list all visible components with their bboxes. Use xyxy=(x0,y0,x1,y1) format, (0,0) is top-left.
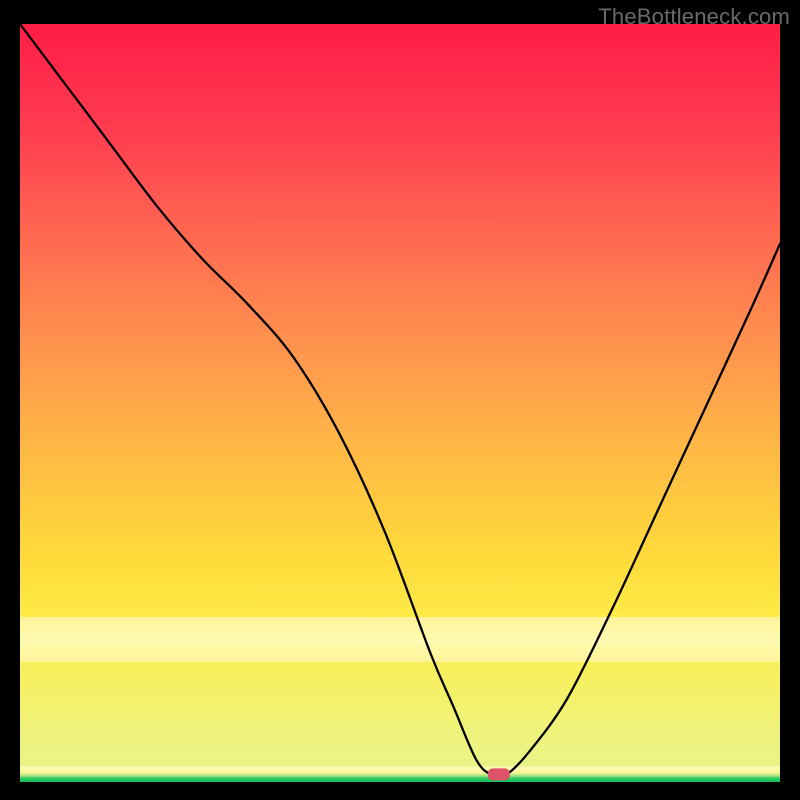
bottleneck-curve xyxy=(20,24,780,777)
chart-stage: TheBottleneck.com xyxy=(0,0,800,800)
watermark-text: TheBottleneck.com xyxy=(598,4,790,30)
curve-layer xyxy=(20,24,780,782)
plot-area xyxy=(20,24,780,782)
optimal-marker xyxy=(488,768,510,780)
